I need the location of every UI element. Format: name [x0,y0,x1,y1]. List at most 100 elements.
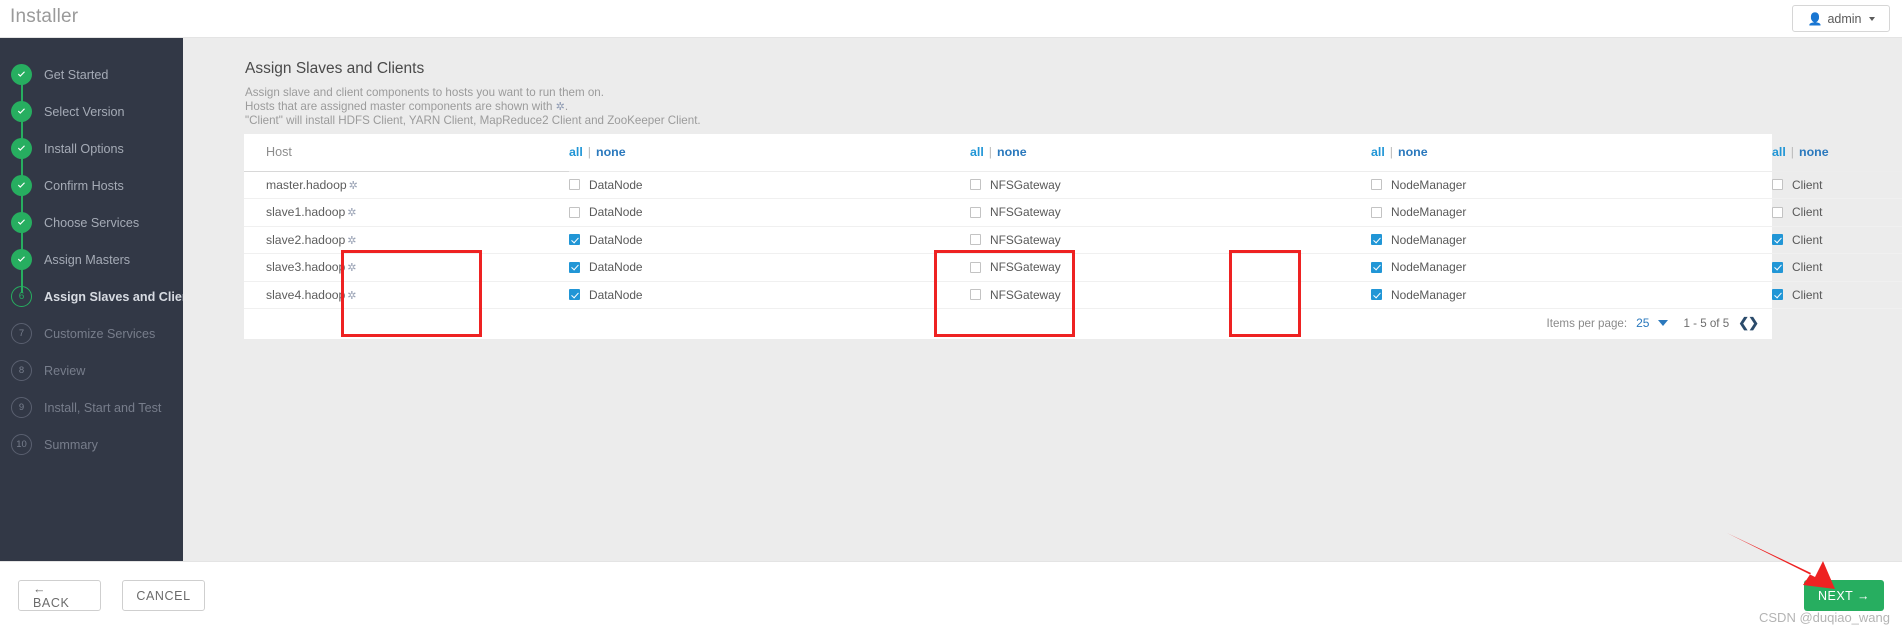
component-label: NodeManager [1391,205,1467,220]
next-button[interactable]: NEXT → [1804,580,1884,611]
checkbox-row-nfsgateway[interactable]: NFSGateway [970,233,1371,247]
separator: | [1389,145,1393,160]
checkbox-row-nodemanager[interactable]: NodeManager [1371,260,1772,274]
table-row: slave2.hadoop ✲ DataNode NFSGateway NodeMana… [244,226,1902,254]
checkbox-datanode[interactable] [569,289,580,301]
main-content: Assign Slaves and Clients Assign slave a… [183,38,1902,561]
checkbox-row-nodemanager[interactable]: NodeManager [1371,288,1772,302]
pagination-arrows[interactable]: ❮❯ [1738,315,1759,331]
sidebar-item-assign-masters[interactable]: Assign Masters [0,241,183,293]
checkbox-row-nfsgateway[interactable]: NFSGateway [970,260,1371,274]
checkbox-nfsgateway[interactable] [970,206,981,218]
sidebar-item-get-started[interactable]: Get Started [0,56,183,108]
sidebar-item-review[interactable]: 8 Review [0,352,183,389]
sidebar-item-select-version[interactable]: Select Version [0,93,183,145]
sidebar-item-label: Get Started [44,67,109,82]
component-label: NFSGateway [990,232,1061,247]
column-header-datanode: all | none [569,134,970,172]
check-icon [11,175,32,196]
checkbox-row-client[interactable]: Client [1772,205,1902,219]
component-cell-client: Client [1772,281,1902,309]
items-per-page-select[interactable]: 25 [1636,316,1649,330]
component-cell-client: Client [1772,171,1902,199]
checkbox-row-datanode[interactable]: DataNode [569,178,970,192]
component-label: NodeManager [1391,260,1467,275]
checkbox-nodemanager[interactable] [1371,206,1382,218]
checkbox-client[interactable] [1772,206,1783,218]
checkbox-row-nfsgateway[interactable]: NFSGateway [970,178,1371,192]
checkbox-nfsgateway[interactable] [970,289,981,301]
separator: | [988,145,992,160]
sidebar-item-assign-slaves-and-clients[interactable]: 6 Assign Slaves and Clients [0,278,201,315]
select-all-link-datanode[interactable]: all [569,145,583,159]
table-row: slave3.hadoop ✲ DataNode NFSGateway NodeMana… [244,253,1902,282]
sidebar-item-summary[interactable]: 10 Summary [0,426,183,463]
checkbox-row-nfsgateway[interactable]: NFSGateway [970,205,1371,219]
checkbox-row-client[interactable]: Client [1772,288,1902,302]
watermark: CSDN @duqiao_wang [1759,610,1890,625]
select-all-link-client[interactable]: all [1772,145,1786,159]
select-none-link-datanode[interactable]: none [596,145,626,159]
checkbox-row-nodemanager[interactable]: NodeManager [1371,233,1772,247]
select-all-link-nfsgateway[interactable]: all [970,145,984,159]
sidebar-item-confirm-hosts[interactable]: Confirm Hosts [0,167,183,219]
component-label: Client [1792,177,1823,192]
master-marker-icon: ✲ [555,101,565,113]
host-name: slave3.hadoop ✲ [244,253,569,282]
sidebar-steps: Get Started Select Version Install Options… [0,38,201,463]
sidebar-item-install-options[interactable]: Install Options [0,130,183,182]
checkbox-client[interactable] [1772,234,1783,246]
checkbox-nodemanager[interactable] [1371,179,1382,191]
checkbox-nfsgateway[interactable] [970,261,981,273]
user-menu-button[interactable]: 👤 admin [1792,5,1890,32]
checkbox-client[interactable] [1772,261,1783,273]
checkbox-row-client[interactable]: Client [1772,233,1902,247]
checkbox-client[interactable] [1772,179,1783,191]
checkbox-nfsgateway[interactable] [970,234,981,246]
sidebar-item-label: Install Options [44,141,124,156]
checkbox-datanode[interactable] [569,234,580,246]
checkbox-nodemanager[interactable] [1371,289,1382,301]
component-label: Client [1792,260,1823,275]
master-marker-icon: ✲ [348,179,358,192]
checkbox-row-nodemanager[interactable]: NodeManager [1371,178,1772,192]
sidebar-item-customize-services[interactable]: 7 Customize Services [0,315,183,352]
checkbox-row-datanode[interactable]: DataNode [569,260,970,274]
check-icon [11,249,32,270]
checkbox-row-client[interactable]: Client [1772,178,1902,192]
cancel-button[interactable]: CANCEL [122,580,205,611]
page-title: Assign Slaves and Clients [245,60,425,77]
description-line-2-period: . [564,100,569,113]
checkbox-nodemanager[interactable] [1371,234,1382,246]
back-button[interactable]: ← BACK [18,580,101,611]
select-none-link-nfsgateway[interactable]: none [997,145,1027,159]
sidebar-item-choose-services[interactable]: Choose Services [0,204,183,256]
select-none-link-nodemanager[interactable]: none [1398,145,1428,159]
component-cell-client: Client [1772,226,1902,254]
chevron-down-icon [1868,16,1875,21]
checkbox-row-nodemanager[interactable]: NodeManager [1371,205,1772,219]
checkbox-nfsgateway[interactable] [970,179,981,191]
component-cell-datanode: DataNode [569,198,970,227]
checkbox-row-datanode[interactable]: DataNode [569,233,970,247]
sidebar-item-label: Select Version [44,104,125,119]
checkbox-nodemanager[interactable] [1371,261,1382,273]
component-cell-nfsgateway: NFSGateway [970,281,1371,309]
checkbox-client[interactable] [1772,289,1783,301]
checkbox-row-datanode[interactable]: DataNode [569,205,970,219]
assign-table: Host all | none all | none all | none all | none mas… [244,134,1902,309]
chevron-down-icon[interactable] [1658,320,1669,326]
checkbox-datanode[interactable] [569,179,580,191]
checkbox-row-nfsgateway[interactable]: NFSGateway [970,288,1371,302]
sidebar-item-label: Summary [44,437,98,452]
checkbox-row-datanode[interactable]: DataNode [569,288,970,302]
paginator: Items per page: 25 1 - 5 of 5 ❮❯ [1547,315,1759,331]
select-all-link-nodemanager[interactable]: all [1371,145,1385,159]
checkbox-datanode[interactable] [569,206,580,218]
component-cell-nodemanager: NodeManager [1371,171,1772,199]
checkbox-row-client[interactable]: Client [1772,260,1902,274]
checkbox-datanode[interactable] [569,261,580,273]
select-none-link-client[interactable]: none [1799,145,1829,159]
sidebar-item-install-start-and-test[interactable]: 9 Install, Start and Test [0,389,183,426]
master-marker-icon: ✲ [347,262,357,275]
